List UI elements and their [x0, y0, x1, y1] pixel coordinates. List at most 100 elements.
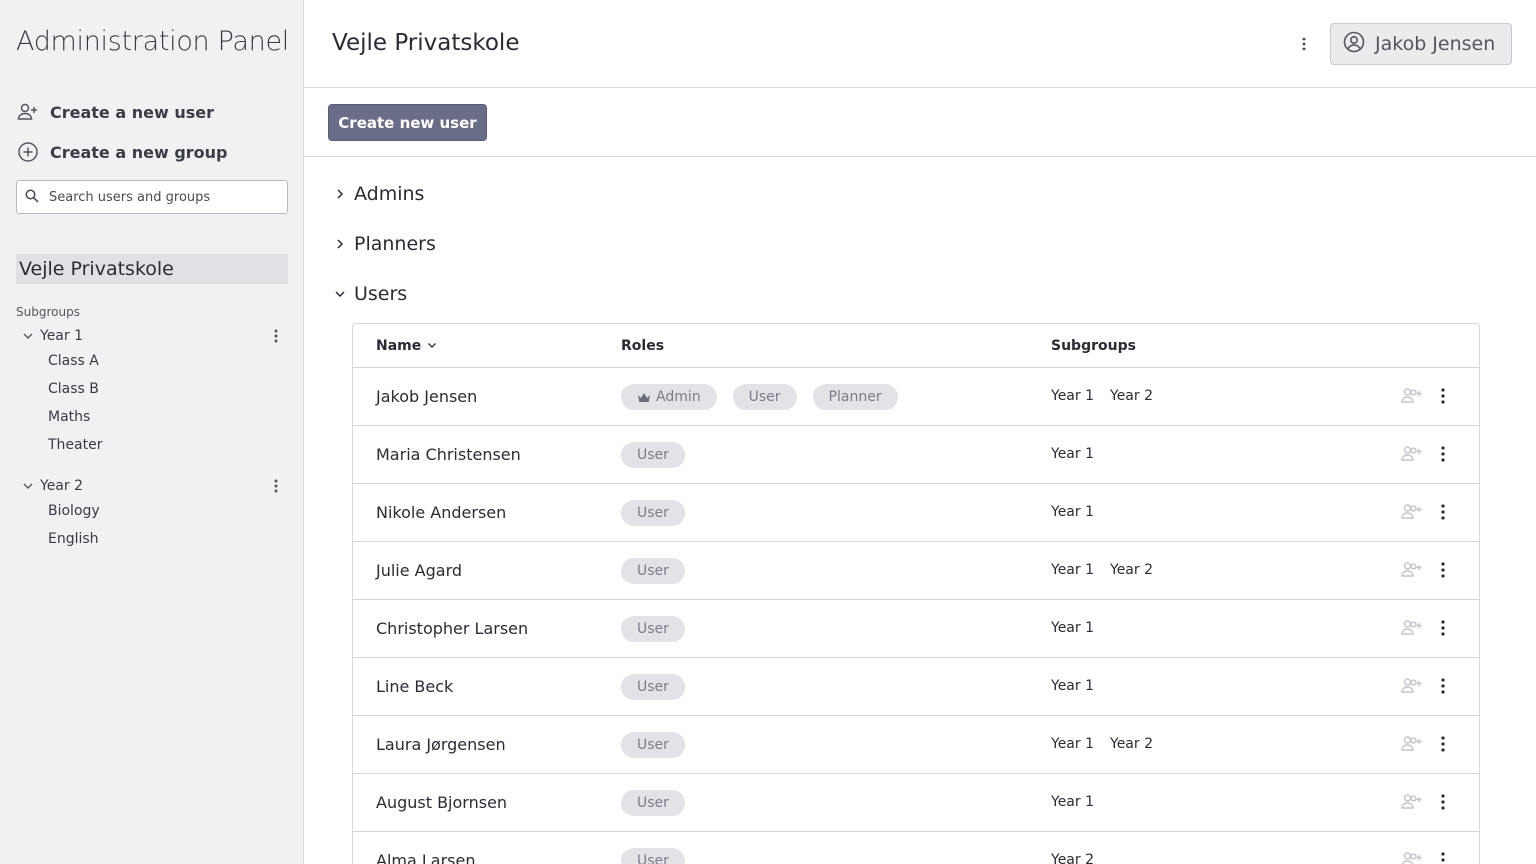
create-new-group-label: Create a new group: [50, 142, 228, 162]
table-row[interactable]: Laura Jørgensen User Year 1 Year 2: [353, 716, 1479, 774]
user-name-cell: Julie Agard: [376, 561, 463, 580]
section-label: Users: [354, 283, 408, 305]
person-add-icon: [16, 100, 40, 124]
app-title: Administration Panel: [16, 26, 289, 57]
sort-chevron-down-icon: [427, 338, 437, 354]
table-row[interactable]: Alma Larsen User Year 2: [353, 832, 1479, 864]
search-box[interactable]: [16, 180, 288, 214]
page-title: Vejle Privatskole: [332, 30, 520, 56]
user-circle-icon: [1343, 31, 1365, 58]
column-header-name[interactable]: Name: [376, 338, 437, 354]
crown-icon: [637, 392, 651, 403]
role-label: User: [637, 737, 669, 753]
plus-circle-icon: [16, 140, 40, 164]
subgroups-cell: Year 1: [1051, 794, 1094, 810]
group-more-icon[interactable]: [268, 327, 284, 345]
user-name: Jakob Jensen: [1375, 33, 1496, 55]
chevron-down-icon[interactable]: [20, 478, 36, 494]
add-to-group-icon[interactable]: [1401, 792, 1423, 812]
table-body: Jakob Jensen Admin User Planner Year 1 Year 2…: [353, 368, 1479, 864]
role-badge: User: [621, 848, 685, 864]
subgroups-cell: Year 1 Year 2: [1051, 562, 1153, 578]
row-more-icon[interactable]: [1435, 618, 1451, 638]
search-icon: [25, 188, 39, 207]
column-header-label: Name: [376, 338, 422, 354]
row-more-icon[interactable]: [1435, 560, 1451, 580]
subgroups-cell: Year 1: [1051, 504, 1094, 520]
row-more-icon[interactable]: [1435, 502, 1451, 522]
roles-cell: User: [621, 732, 685, 758]
sidebar-item-biology[interactable]: Biology: [48, 503, 100, 519]
subgroups-cell: Year 1: [1051, 678, 1094, 694]
section-admins[interactable]: Admins: [332, 183, 424, 205]
table-row[interactable]: Christopher Larsen User Year 1: [353, 600, 1479, 658]
sidebar-item-maths[interactable]: Maths: [48, 409, 90, 425]
role-badge: User: [621, 616, 685, 642]
sidebar-item-class-b[interactable]: Class B: [48, 381, 99, 397]
user-name-cell: Line Beck: [376, 677, 454, 696]
create-new-user-button[interactable]: Create new user: [328, 104, 487, 141]
roles-cell: User: [621, 790, 685, 816]
section-planners[interactable]: Planners: [332, 233, 436, 255]
table-row[interactable]: August Bjornsen User Year 1: [353, 774, 1479, 832]
add-to-group-icon[interactable]: [1401, 560, 1423, 580]
subgroup-label: Year 2: [1110, 736, 1153, 752]
add-to-group-icon[interactable]: [1401, 734, 1423, 754]
section-label: Planners: [354, 233, 436, 255]
subgroup-label: Year 1: [1051, 794, 1094, 810]
add-to-group-icon[interactable]: [1401, 676, 1423, 696]
table-row[interactable]: Maria Christensen User Year 1: [353, 426, 1479, 484]
subgroup-label: Year 1: [1051, 736, 1094, 752]
subgroups-cell: Year 1: [1051, 620, 1094, 636]
role-label: User: [637, 505, 669, 521]
sidebar-item-class-a[interactable]: Class A: [48, 353, 99, 369]
role-label: User: [637, 563, 669, 579]
subgroups-cell: Year 2: [1051, 852, 1094, 864]
roles-cell: User: [621, 442, 685, 468]
sidebar-item-english[interactable]: English: [48, 531, 99, 547]
row-more-icon[interactable]: [1435, 444, 1451, 464]
role-label: User: [637, 679, 669, 695]
add-to-group-icon[interactable]: [1401, 618, 1423, 638]
row-more-icon[interactable]: [1435, 734, 1451, 754]
table-row[interactable]: Julie Agard User Year 1 Year 2: [353, 542, 1479, 600]
sidebar: Administration Panel Create a new user C…: [0, 0, 304, 864]
add-to-group-icon[interactable]: [1401, 386, 1423, 406]
user-name-cell: Nikole Andersen: [376, 503, 507, 522]
subgroups-cell: Year 1 Year 2: [1051, 736, 1153, 752]
subgroup-label: Year 2: [1110, 388, 1153, 404]
user-name-cell: Alma Larsen: [376, 851, 476, 864]
toolbar: Create new user: [304, 88, 1536, 157]
row-more-icon[interactable]: [1435, 386, 1451, 406]
more-options-icon[interactable]: [1294, 34, 1314, 54]
user-menu-button[interactable]: Jakob Jensen: [1330, 23, 1512, 65]
section-users[interactable]: Users: [332, 283, 407, 305]
table-row[interactable]: Line Beck User Year 1: [353, 658, 1479, 716]
create-new-user-link[interactable]: Create a new user: [16, 100, 214, 124]
search-input[interactable]: [49, 189, 279, 205]
row-more-icon[interactable]: [1435, 792, 1451, 812]
role-label: User: [637, 795, 669, 811]
subgroup-label: Year 1: [1051, 504, 1094, 520]
role-label: Admin: [656, 389, 701, 405]
role-badge: User: [621, 732, 685, 758]
add-to-group-icon[interactable]: [1401, 444, 1423, 464]
group-more-icon[interactable]: [268, 477, 284, 495]
add-to-group-icon[interactable]: [1401, 502, 1423, 522]
table-row[interactable]: Nikole Andersen User Year 1: [353, 484, 1479, 542]
create-new-group-link[interactable]: Create a new group: [16, 140, 228, 164]
table-header: Name Roles Subgroups: [353, 324, 1479, 368]
subgroup-label: Year 1: [1051, 620, 1094, 636]
sidebar-group-year-2[interactable]: Year 2: [20, 475, 288, 497]
chevron-down-icon: [332, 286, 348, 302]
row-more-icon[interactable]: [1435, 850, 1451, 864]
sidebar-group-year-1[interactable]: Year 1: [20, 325, 288, 347]
sidebar-item-theater[interactable]: Theater: [48, 437, 102, 453]
chevron-down-icon[interactable]: [20, 328, 36, 344]
sidebar-item-organization[interactable]: Vejle Privatskole: [16, 254, 288, 284]
chevron-right-icon: [332, 186, 348, 202]
table-row[interactable]: Jakob Jensen Admin User Planner Year 1 Year 2: [353, 368, 1479, 426]
add-to-group-icon[interactable]: [1401, 850, 1423, 864]
row-more-icon[interactable]: [1435, 676, 1451, 696]
subgroup-label: Year 1: [1051, 446, 1094, 462]
